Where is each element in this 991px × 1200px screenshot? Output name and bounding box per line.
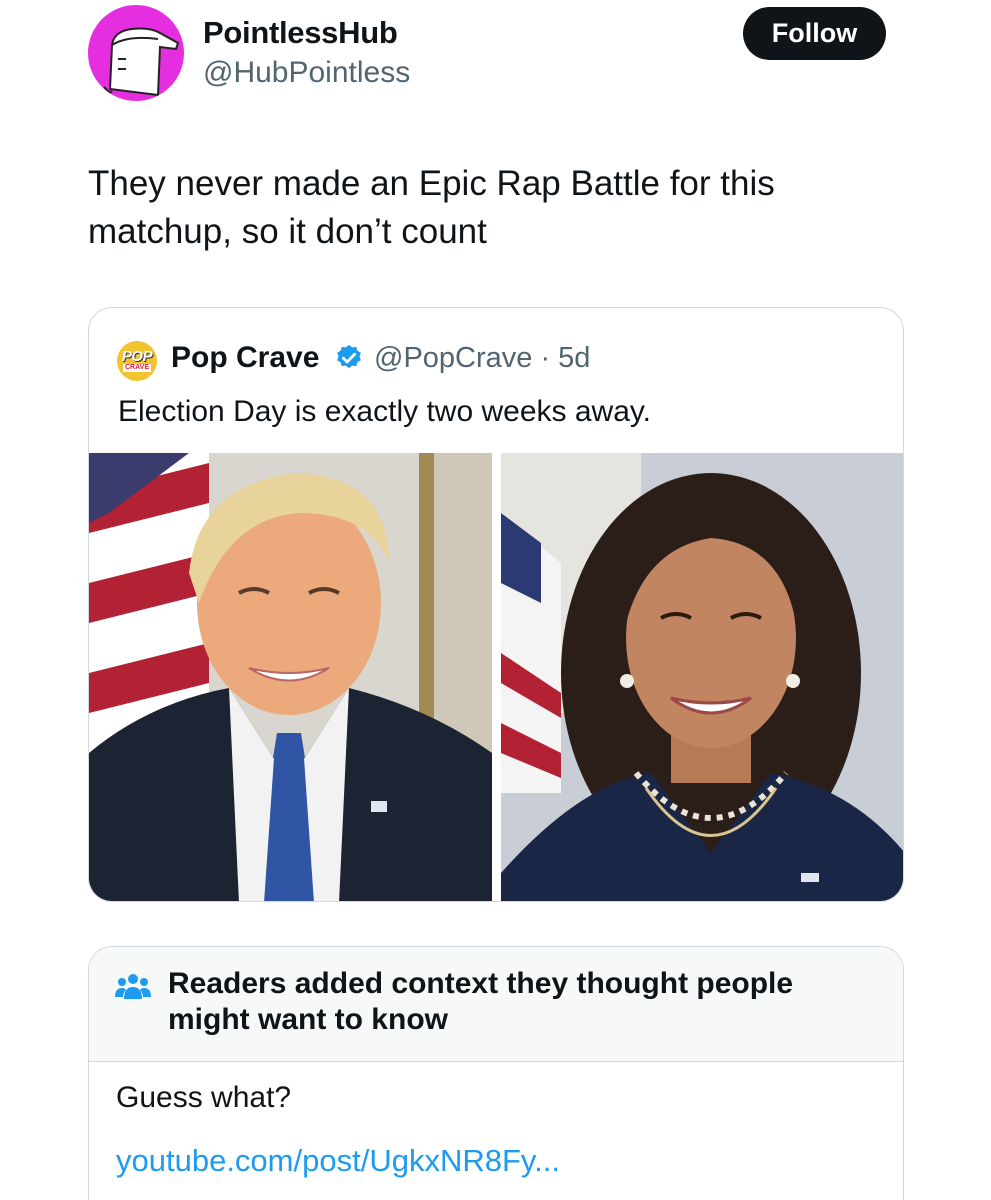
quoted-tweet-card[interactable]: POP CRAVE Pop Crave @PopCrave · 5d Elect… xyxy=(88,307,904,902)
portrait-photo-left[interactable] xyxy=(89,453,492,901)
community-note-link[interactable]: youtube.com/post/UgkxNR8Fy... xyxy=(116,1143,560,1179)
portrait-photo-right[interactable] xyxy=(501,453,903,901)
people-group-icon xyxy=(115,974,151,999)
community-note-body: Guess what? xyxy=(116,1081,292,1114)
community-note-title: Readers added context they thought peopl… xyxy=(168,967,794,1036)
quoted-author-handle-time[interactable]: @PopCrave · 5d xyxy=(374,342,590,375)
verified-badge-icon xyxy=(337,344,361,369)
tweet-text: They never made an Epic Rap Battle for t… xyxy=(88,164,775,251)
quoted-author-name[interactable]: Pop Crave xyxy=(171,341,319,375)
quoted-tweet-text: Election Day is exactly two weeks away. xyxy=(118,395,651,428)
community-note-header: Readers added context they thought peopl… xyxy=(89,947,903,1062)
quoted-author-avatar[interactable]: POP CRAVE xyxy=(117,341,157,381)
avatar-logo-subtext: CRAVE xyxy=(123,364,151,372)
avatar-logo-text: POP xyxy=(121,348,153,365)
author-avatar[interactable] xyxy=(88,5,184,101)
follow-button[interactable]: Follow xyxy=(743,7,886,60)
author-name[interactable]: PointlessHub xyxy=(203,15,398,51)
community-note-card: Readers added context they thought peopl… xyxy=(88,946,904,1200)
author-handle[interactable]: @HubPointless xyxy=(203,56,410,90)
